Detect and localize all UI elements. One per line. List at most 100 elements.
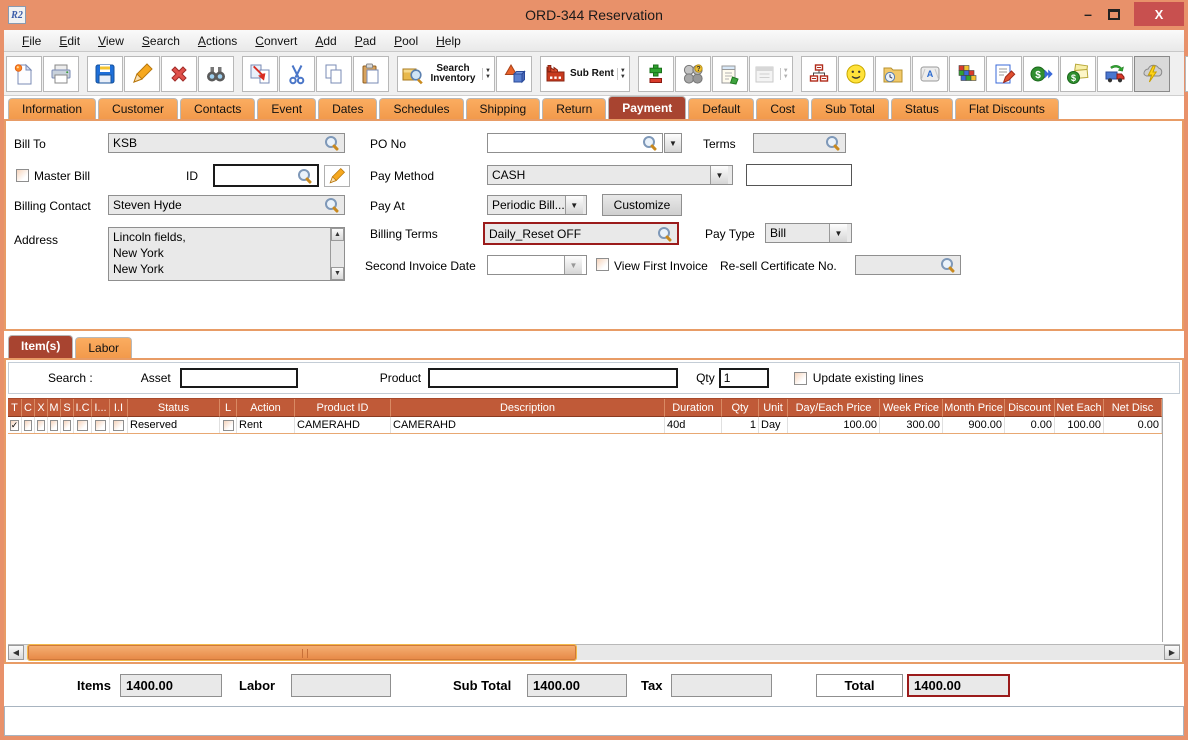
pay-method-dropdown-icon[interactable]: ▼ [710, 166, 728, 184]
tab-return[interactable]: Return [542, 98, 606, 119]
po-no-lookup-icon[interactable] [642, 135, 658, 151]
bill-to-lookup-icon[interactable] [324, 135, 340, 151]
scroll-left-icon[interactable]: ◀ [8, 645, 24, 660]
menu-view[interactable]: View [90, 32, 132, 50]
menu-convert[interactable]: Convert [247, 32, 305, 50]
scrollbar-thumb[interactable] [28, 645, 576, 660]
tab-shipping[interactable]: Shipping [466, 98, 541, 119]
close-button[interactable]: X [1134, 2, 1184, 26]
tab-cost[interactable]: Cost [756, 98, 809, 119]
view-first-invoice-checkbox[interactable] [596, 258, 609, 271]
bill-to-field[interactable]: KSB [108, 133, 345, 153]
smiley-button[interactable] [838, 56, 874, 92]
scroll-down-icon[interactable]: ▼ [331, 267, 344, 280]
pay-type-select[interactable]: Bill▼ [765, 223, 852, 243]
tab-customer[interactable]: Customer [98, 98, 178, 119]
master-bill-checkbox[interactable] [16, 169, 29, 182]
pay-at-select[interactable]: Periodic Bill...▼ [487, 195, 587, 215]
minimize-button[interactable]: – [1076, 6, 1100, 22]
billing-terms-field[interactable]: Daily_Reset OFF [483, 222, 679, 245]
billing-contact-field[interactable]: Steven Hyde [108, 195, 345, 215]
terms-lookup-icon[interactable] [825, 135, 841, 151]
copy-button[interactable] [316, 56, 352, 92]
row-ii-checkbox[interactable] [113, 420, 124, 431]
tab-payment[interactable]: Payment [608, 96, 686, 119]
print-button[interactable] [43, 56, 79, 92]
tab-flat-discounts[interactable]: Flat Discounts [955, 98, 1059, 119]
scroll-up-icon[interactable]: ▲ [331, 228, 344, 241]
pay-method-select[interactable]: CASH▼ [487, 165, 733, 185]
item-row[interactable]: ✓ Reserved Rent CAMERAHD CAMERAHD 40d 1 … [8, 417, 1162, 434]
tab-status[interactable]: Status [891, 98, 953, 119]
id-edit-button[interactable] [324, 165, 350, 187]
tab-information[interactable]: Information [8, 98, 96, 119]
billing-contact-lookup-icon[interactable] [324, 197, 340, 213]
menu-help[interactable]: Help [428, 32, 469, 50]
resell-cert-field[interactable] [855, 255, 961, 275]
menu-search[interactable]: Search [134, 32, 188, 50]
menu-pad[interactable]: Pad [347, 32, 384, 50]
asset-input[interactable] [180, 368, 298, 388]
id-field[interactable] [213, 164, 319, 187]
resell-cert-lookup-icon[interactable] [940, 257, 956, 273]
pay-method-extra-field[interactable] [746, 164, 852, 186]
qty-input[interactable]: 1 [719, 368, 769, 388]
tab-items[interactable]: Item(s) [8, 335, 73, 358]
tab-contacts[interactable]: Contacts [180, 98, 255, 119]
row-x-checkbox[interactable] [37, 420, 45, 431]
tab-sub-total[interactable]: Sub Total [811, 98, 889, 119]
save-button[interactable] [87, 56, 123, 92]
row-l-checkbox[interactable] [223, 420, 234, 431]
new-button[interactable] [6, 56, 42, 92]
quick-action-button[interactable] [1134, 56, 1170, 92]
customize-button[interactable]: Customize [602, 194, 682, 216]
po-no-dropdown-button[interactable]: ▼ [664, 133, 682, 153]
second-invoice-date-dropdown-icon[interactable]: ▼ [564, 256, 582, 274]
invoice-notes-button[interactable]: $ [1060, 56, 1096, 92]
tab-default[interactable]: Default [688, 98, 754, 119]
pay-at-dropdown-icon[interactable]: ▼ [565, 196, 583, 214]
delete-button[interactable] [161, 56, 197, 92]
sub-rent-dropdown-icon[interactable]: ▼▼ [617, 68, 626, 80]
hierarchy-button[interactable] [801, 56, 837, 92]
row-s-checkbox[interactable] [63, 420, 71, 431]
row-select-checkbox[interactable]: ✓ [10, 420, 20, 431]
edit-document-button[interactable] [986, 56, 1022, 92]
add-remove-button[interactable] [638, 56, 674, 92]
grid-horizontal-scrollbar[interactable]: ◀ ▶ [8, 644, 1180, 660]
search-inventory-button[interactable]: Search Inventory ▼▼ [397, 56, 495, 92]
row-i-checkbox[interactable] [95, 420, 106, 431]
menu-edit[interactable]: Edit [51, 32, 88, 50]
search-inventory-dropdown-icon[interactable]: ▼▼ [482, 68, 491, 80]
menu-add[interactable]: Add [307, 32, 344, 50]
second-invoice-date-field[interactable]: ▼ [487, 255, 587, 275]
po-no-field[interactable] [487, 133, 663, 153]
grid-header-row[interactable]: T C X M S I.C I... I.I Status L Action P… [8, 399, 1162, 417]
paste-button[interactable] [353, 56, 389, 92]
title-bar[interactable]: R2 ORD-344 Reservation – X [0, 0, 1188, 30]
address-scrollbar[interactable]: ▲▼ [330, 228, 344, 280]
find-button[interactable] [198, 56, 234, 92]
row-ic-checkbox[interactable] [77, 420, 88, 431]
row-c-checkbox[interactable] [24, 420, 32, 431]
menu-pool[interactable]: Pool [386, 32, 426, 50]
tab-event[interactable]: Event [257, 98, 316, 119]
scroll-right-icon[interactable]: ▶ [1164, 645, 1180, 660]
row-m-checkbox[interactable] [50, 420, 58, 431]
menu-actions[interactable]: Actions [190, 32, 245, 50]
pay-type-dropdown-icon[interactable]: ▼ [829, 224, 847, 242]
billing-terms-lookup-icon[interactable] [657, 226, 673, 242]
maximize-button[interactable] [1108, 9, 1120, 20]
id-lookup-icon[interactable] [297, 168, 313, 184]
inventory-blocks-button[interactable] [949, 56, 985, 92]
menu-file[interactable]: File [14, 32, 49, 50]
keyboard-button[interactable]: A [912, 56, 948, 92]
grid-vertical-scrollbar[interactable] [1162, 398, 1180, 642]
sub-rent-button[interactable]: Sub Rent ▼▼ [540, 56, 630, 92]
tab-dates[interactable]: Dates [318, 98, 377, 119]
update-existing-checkbox[interactable] [794, 372, 807, 385]
transfer-button[interactable] [242, 56, 278, 92]
tab-schedules[interactable]: Schedules [379, 98, 463, 119]
payment-forward-button[interactable]: $ [1023, 56, 1059, 92]
address-field[interactable]: Lincoln fields, New York New York ▲▼ [108, 227, 345, 281]
